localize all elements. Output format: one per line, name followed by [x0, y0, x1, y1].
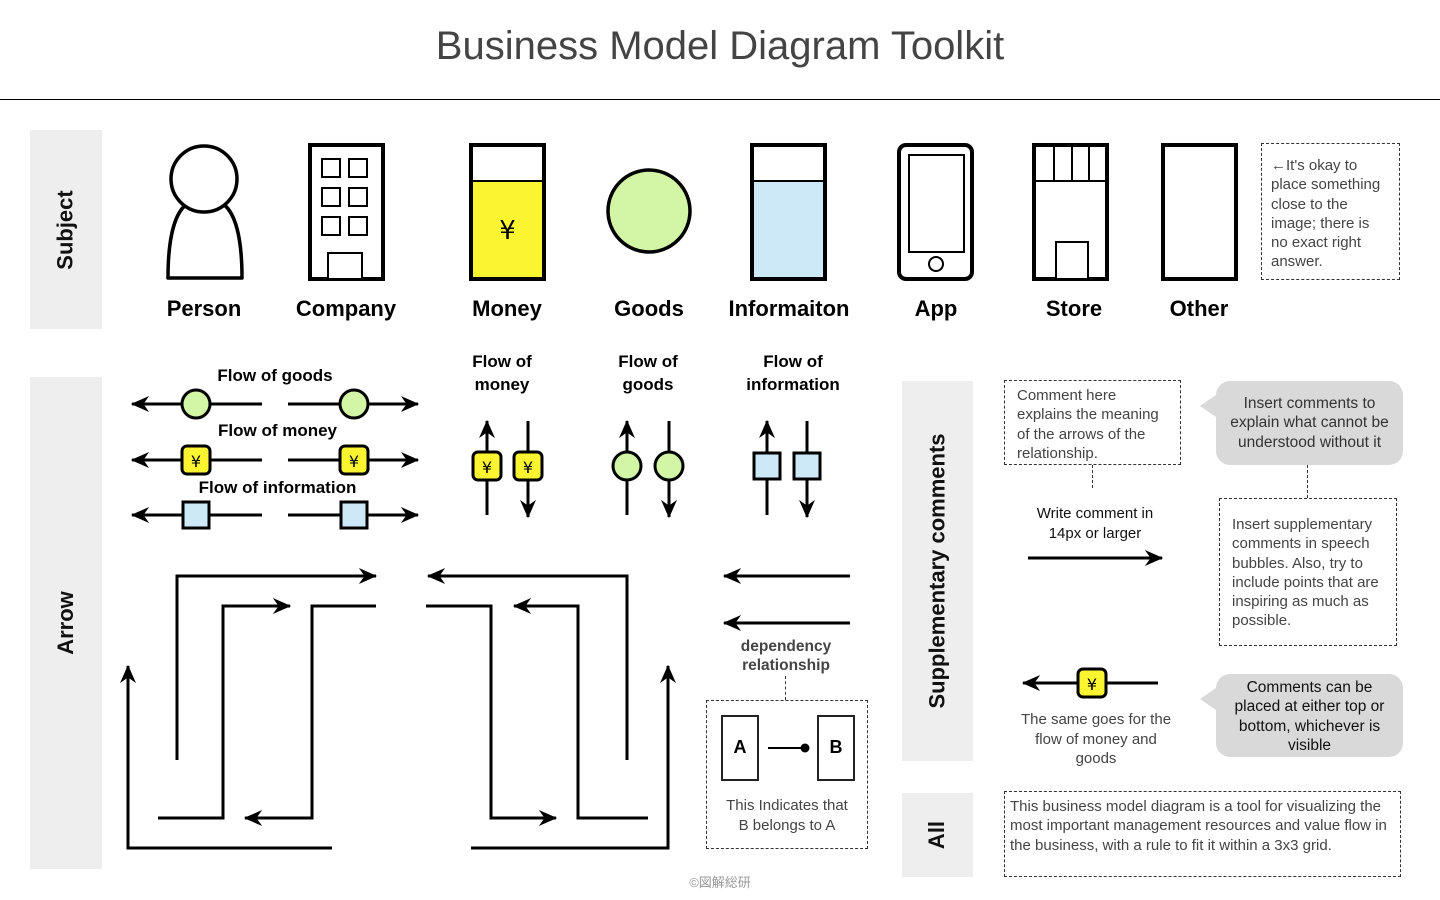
speech-bubble-bottom: Comments can be placed at either top or … — [1200, 674, 1403, 757]
vertical-information-label: Flow of information — [746, 352, 840, 394]
svg-text:¥: ¥ — [482, 458, 492, 477]
goods-flow-up-arrow — [611, 419, 643, 515]
money-flow-up-arrow: ¥ — [471, 419, 503, 515]
information-flow-up-arrow — [752, 419, 782, 515]
money-flow-left-arrow: ¥ — [130, 444, 262, 476]
page-title: Business Model Diagram Toolkit — [435, 24, 1005, 68]
information-icon — [750, 143, 827, 281]
subject-note: ←It's okay to place something close to t… — [1261, 143, 1400, 280]
dependency-box-b: B — [817, 715, 855, 781]
dependency-box-a: A — [721, 715, 759, 781]
subject-label-company: Company — [295, 296, 397, 321]
section-label-arrow-text: Arrow — [53, 591, 78, 655]
other-rectangle-icon — [1161, 143, 1238, 281]
elbow-arrow-down-right — [426, 604, 558, 826]
section-label-subject-text: Subject — [53, 189, 78, 270]
store-icon — [1032, 143, 1109, 281]
goods-flow-down-arrow — [653, 421, 685, 519]
arrow-defs — [0, 0, 1, 1]
speech-bubble-top: Insert comments to explain what cannot b… — [1200, 381, 1403, 465]
elbow-arrow-down-left — [243, 604, 376, 826]
bubble-connector-line — [1307, 465, 1308, 498]
goods-circle-icon — [606, 168, 692, 254]
horizontal-flow-arrows: ¥ ¥ — [130, 388, 420, 530]
elbow-arrow-right-up — [471, 664, 676, 850]
all-description-note: This business model diagram is a tool fo… — [1004, 791, 1401, 877]
elbow-connector-arrows — [120, 568, 676, 850]
money-icon: ¥ — [469, 143, 546, 281]
svg-text:¥: ¥ — [523, 458, 533, 477]
svg-text:¥: ¥ — [191, 452, 201, 471]
subject-label-other: Other — [1169, 296, 1229, 321]
section-label-arrow: Arrow — [30, 377, 102, 869]
vertical-goods-label: Flow of goods — [618, 352, 678, 394]
subject-label-person: Person — [166, 296, 242, 321]
money-goods-caption: The same goes for the flow of money and … — [1020, 711, 1172, 767]
supplementary-note: Insert supplementary comments in speech … — [1219, 498, 1397, 646]
subject-label-app: App — [914, 296, 958, 321]
information-flow-left-arrow — [130, 500, 262, 530]
title-divider — [0, 99, 1440, 100]
information-flow-down-arrow — [792, 421, 822, 519]
dependency-connector-line — [785, 676, 786, 700]
note-connector-line — [1092, 465, 1093, 488]
section-label-supplementary: Supplementary comments — [902, 381, 973, 761]
svg-text:¥: ¥ — [349, 452, 359, 471]
write-comment-label: Write comment in 14px or larger — [1036, 505, 1154, 542]
money-flow-comment-arrow: ¥ — [1021, 667, 1158, 699]
elbow-arrow-left-up — [120, 664, 332, 850]
subject-label-money: Money — [472, 296, 542, 321]
money-flow-down-arrow: ¥ — [512, 421, 544, 519]
goods-flow-right-arrow — [288, 388, 420, 420]
elbow-arrow-up-left-outer — [426, 568, 629, 760]
section-label-all: All — [902, 793, 973, 877]
goods-flow-left-arrow — [130, 388, 262, 420]
dependency-example-box: A B This Indicates that B belongs to A — [706, 700, 868, 849]
section-label-subject: Subject — [30, 130, 102, 329]
vertical-flow-arrows: ¥ ¥ — [471, 419, 822, 519]
dependency-dot-connector — [768, 743, 810, 753]
elbow-arrow-up-right-outer — [175, 568, 378, 760]
vertical-money-label: Flow of money — [472, 352, 532, 394]
dependency-caption: This Indicates that B belongs to A — [726, 797, 848, 834]
person-icon — [166, 144, 244, 280]
svg-text:¥: ¥ — [1087, 675, 1097, 694]
information-flow-right-arrow — [288, 500, 420, 530]
dependency-label: dependency relationship — [740, 638, 832, 674]
yen-symbol: ¥ — [499, 216, 516, 246]
smartphone-app-icon — [897, 143, 974, 281]
subject-label-information: Informaiton — [728, 296, 850, 321]
company-building-icon — [308, 143, 385, 281]
footer-copyright: ©図解総研 — [689, 875, 751, 890]
comment-example-arrow — [1028, 550, 1164, 566]
section-label-all-text: All — [924, 820, 950, 850]
subject-label-goods: Goods — [614, 296, 684, 321]
dependency-left-arrows — [722, 568, 850, 631]
arrow-meaning-note: Comment here explains the meaning of the… — [1004, 380, 1181, 465]
section-label-supplementary-text: Supplementary comments — [924, 433, 950, 709]
money-flow-right-arrow: ¥ — [288, 444, 420, 476]
